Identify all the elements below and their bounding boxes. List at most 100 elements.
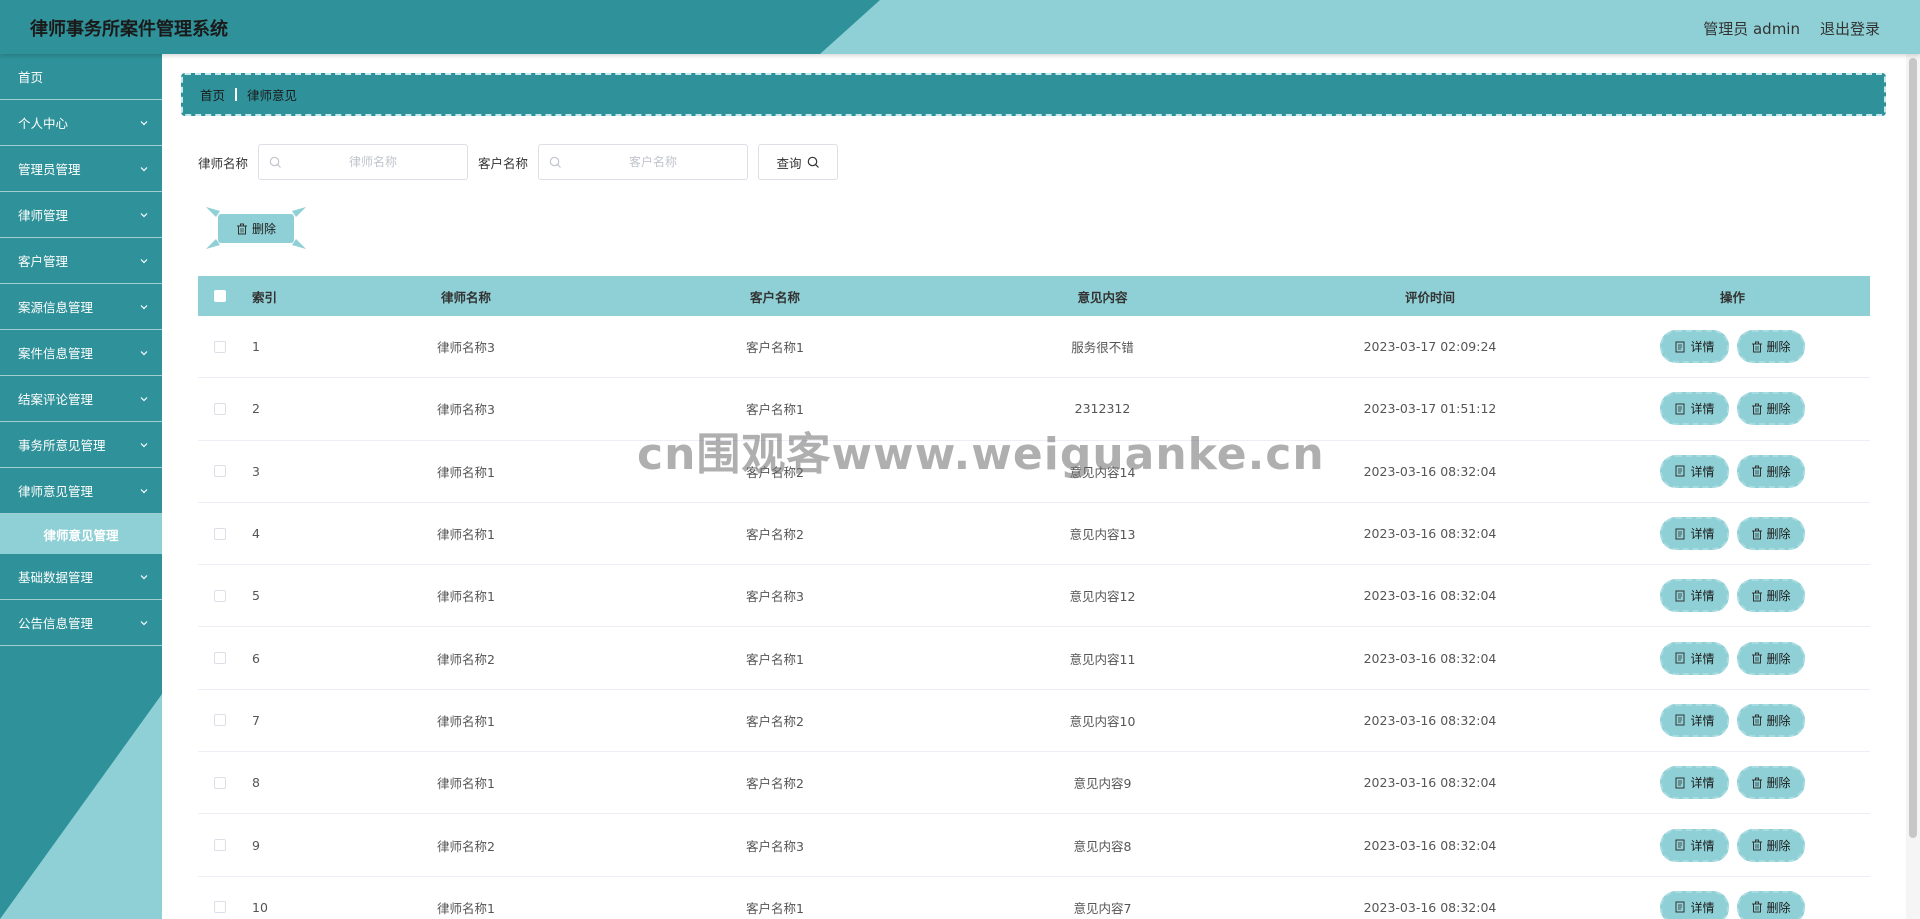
delete-button[interactable]: 删除 [1736,454,1805,488]
delete-button[interactable]: 删除 [1736,828,1805,862]
sidebar-item[interactable]: 客户管理 [0,238,162,284]
lawyer-name-field[interactable] [258,144,469,180]
current-user[interactable]: 管理员 admin [1703,18,1800,39]
detail-button[interactable]: 详情 [1660,828,1729,862]
scrollbar-thumb[interactable] [1909,58,1917,838]
document-icon [1675,403,1685,415]
sidebar-item[interactable]: 个人中心 [0,100,162,146]
detail-button[interactable]: 详情 [1660,766,1729,800]
cell-client: 客户名称1 [746,651,804,667]
row-checkbox[interactable] [214,402,226,415]
query-button[interactable]: 查询 [758,144,839,180]
cell-client: 客户名称2 [746,776,804,792]
detail-button-label: 详情 [1690,651,1715,666]
cell-content: 意见内容11 [1069,651,1136,667]
sidebar-item[interactable]: 基础数据管理 [0,554,162,600]
chevron-down-icon [140,213,148,218]
sidebar: 首页个人中心 管理员管理 律师管理 客户管理案源信息管理 案件信息管理结案评论管理事务所… [0,54,162,919]
breadcrumb-home[interactable]: 首页 [200,85,225,104]
document-icon [1675,777,1685,789]
sidebar-item-label: 首页 [18,70,44,85]
chevron-down-icon [140,305,148,310]
delete-button[interactable]: 删除 [1736,517,1805,551]
document-icon [1675,528,1685,540]
document-icon [1675,839,1685,851]
sidebar-item[interactable]: 律师意见管理 [0,468,162,514]
table-row: 6 律师名称2 客户名称1 意见内容11 2023-03-16 08:32:04 详情 删除 [198,627,1870,690]
sidebar-item[interactable]: 管理员管理 [0,146,162,192]
sidebar-item[interactable]: 案件信息管理 [0,330,162,376]
delete-button[interactable]: 删除 [1736,890,1805,919]
delete-button[interactable]: 删除 [1736,392,1805,426]
cell-index: 7 [252,712,260,728]
logout-link[interactable]: 退出登录 [1820,18,1880,39]
sidebar-item[interactable]: 首页 [0,54,162,100]
row-checkbox[interactable] [214,465,226,478]
search-icon [549,156,561,168]
page-scrollbar[interactable] [1906,54,1920,919]
cell-lawyer: 律师名称1 [437,713,495,729]
document-icon [1675,714,1685,726]
detail-button[interactable]: 详情 [1660,392,1729,426]
table-row: 10 律师名称1 客户名称1 意见内容7 2023-03-16 08:32:04 详情 删除 [198,877,1870,919]
table-row: 4 律师名称1 客户名称2 意见内容13 2023-03-16 08:32:04 详情 删除 [198,503,1870,566]
sidebar-item-label: 事务所意见管理 [18,438,106,453]
client-name-label: 客户名称 [478,155,529,171]
detail-button[interactable]: 详情 [1660,330,1729,364]
table-row: 1 律师名称3 客户名称1 服务很不错 2023-03-17 02:09:24 详情 删除 [198,316,1870,379]
row-checkbox[interactable] [214,776,226,789]
query-button-label: 查询 [776,155,802,171]
sidebar-item-label: 案源信息管理 [18,300,94,315]
sidebar-item[interactable]: 结案评论管理 [0,376,162,422]
sidebar-item[interactable]: 事务所意见管理 [0,422,162,468]
client-name-input[interactable] [539,145,748,179]
row-checkbox[interactable] [214,839,226,852]
row-checkbox[interactable] [214,589,226,602]
delete-button-label: 删除 [1766,713,1791,728]
column-header-index: 索引 [252,289,278,305]
cell-content: 意见内容13 [1069,527,1136,543]
delete-button[interactable]: 删除 [1736,766,1805,800]
delete-button[interactable]: 删除 [1736,579,1805,613]
cell-content: 意见内容8 [1073,838,1132,854]
lawyer-name-input[interactable] [259,145,468,179]
sidebar-item[interactable]: 律师管理 [0,192,162,238]
chevron-down-icon [140,351,148,356]
row-checkbox[interactable] [214,714,226,727]
row-checkbox[interactable] [214,652,226,665]
detail-button[interactable]: 详情 [1660,703,1729,737]
cell-content: 意见内容7 [1073,900,1132,916]
sidebar-subitem-active[interactable]: 律师意见管理 [0,514,162,554]
detail-button[interactable]: 详情 [1660,890,1729,919]
row-checkbox[interactable] [214,527,226,540]
sidebar-item-label: 案件信息管理 [18,346,94,361]
client-name-field[interactable] [538,144,749,180]
batch-delete-button[interactable]: 删除 [218,214,294,243]
cell-lawyer: 律师名称2 [437,651,495,667]
detail-button[interactable]: 详情 [1660,641,1729,675]
detail-button[interactable]: 详情 [1660,454,1729,488]
cell-index: 3 [252,463,260,479]
delete-button-label: 删除 [1766,340,1791,355]
sidebar-item[interactable]: 公告信息管理 [0,600,162,646]
cell-index: 2 [252,401,260,417]
table-row: 8 律师名称1 客户名称2 意见内容9 2023-03-16 08:32:04 详情 删除 [198,752,1870,815]
detail-button[interactable]: 详情 [1660,579,1729,613]
cell-lawyer: 律师名称1 [437,589,495,605]
row-checkbox[interactable] [214,340,226,353]
row-checkbox[interactable] [214,901,226,914]
table-row: 7 律师名称1 客户名称2 意见内容10 2023-03-16 08:32:04 详情 删除 [198,690,1870,753]
trash-icon [1751,590,1762,602]
detail-button[interactable]: 详情 [1660,517,1729,551]
select-all-checkbox[interactable] [214,290,226,302]
delete-button[interactable]: 删除 [1736,703,1805,737]
batch-delete-label: 删除 [251,222,276,236]
delete-button[interactable]: 删除 [1736,641,1805,675]
breadcrumb-separator [235,88,238,101]
delete-button[interactable]: 删除 [1736,330,1805,364]
delete-button-label: 删除 [1766,776,1791,791]
cell-time: 2023-03-16 08:32:04 [1363,837,1497,853]
search-bar: 律师名称 客户名称 查询 [198,144,839,180]
sidebar-item[interactable]: 案源信息管理 [0,284,162,330]
table-header: 索引 律师名称 客户名称 意见内容 评价时间 操作 [198,276,1870,316]
